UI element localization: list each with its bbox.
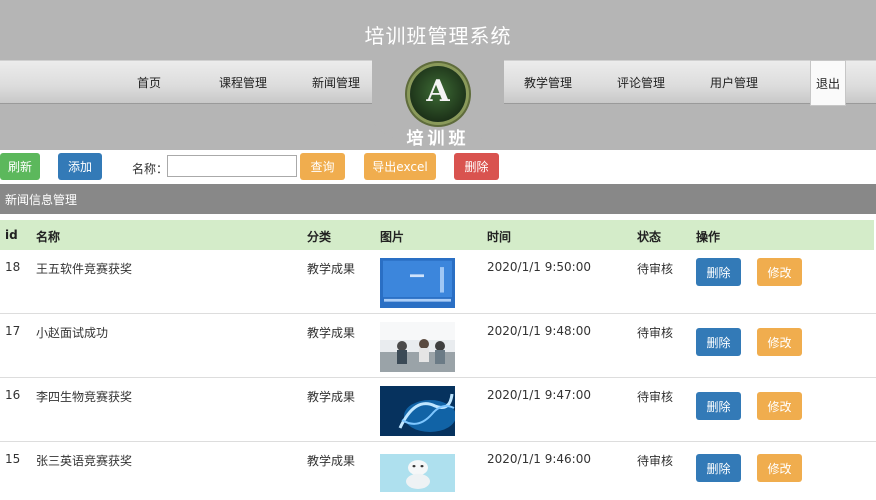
col-header-actions: 操作 (696, 230, 721, 244)
nav-item-users[interactable]: 用户管理 (710, 74, 758, 91)
col-header-image: 图片 (380, 230, 405, 244)
name-search-input[interactable] (167, 155, 297, 177)
row-id: 15 (5, 452, 21, 466)
row-name: 王五软件竞赛获奖 (36, 262, 133, 276)
table-row: 17 小赵面试成功 教学成果 2020/1/1 9:48:00 待审核 删除 修… (0, 314, 876, 378)
export-excel-button[interactable]: 导出excel (364, 153, 436, 180)
row-edit-button[interactable]: 修改 (757, 328, 802, 356)
row-edit-button[interactable]: 修改 (757, 258, 802, 286)
row-status: 待审核 (637, 326, 674, 340)
row-id: 17 (5, 324, 21, 338)
row-edit-button[interactable]: 修改 (757, 454, 802, 482)
table-header: id 名称 分类 图片 时间 状态 操作 (0, 220, 874, 250)
row-category: 教学成果 (307, 390, 356, 404)
col-header-time: 时间 (487, 230, 512, 244)
row-time: 2020/1/1 9:46:00 (487, 452, 591, 466)
row-status: 待审核 (637, 262, 674, 276)
row-id: 18 (5, 260, 21, 274)
row-time: 2020/1/1 9:48:00 (487, 324, 591, 338)
toolbar: 刷新 添加 名称： 查询 导出excel 删除 (0, 150, 876, 184)
col-header-category: 分类 (307, 230, 332, 244)
row-category: 教学成果 (307, 326, 356, 340)
news-thumbnail-image (380, 454, 455, 492)
row-delete-button[interactable]: 删除 (696, 328, 741, 356)
table-row: 16 李四生物竞赛获奖 教学成果 2020/1/1 9:47:00 待审核 删除… (0, 378, 876, 442)
refresh-button[interactable]: 刷新 (0, 153, 40, 180)
news-thumbnail-image (380, 322, 455, 372)
news-thumbnail-image (380, 386, 455, 436)
row-name: 李四生物竞赛获奖 (36, 390, 133, 404)
table-row: 15 张三英语竞赛获奖 教学成果 2020/1/1 9:46:00 待审核 删除… (0, 442, 876, 500)
app-title: 培训班管理系统 (364, 24, 512, 48)
nav-item-home[interactable]: 首页 (137, 74, 161, 91)
row-delete-button[interactable]: 删除 (696, 392, 741, 420)
col-header-status: 状态 (637, 230, 662, 244)
nav-item-comments[interactable]: 评论管理 (617, 74, 665, 91)
row-delete-button[interactable]: 删除 (696, 258, 741, 286)
row-time: 2020/1/1 9:47:00 (487, 388, 591, 402)
add-button[interactable]: 添加 (58, 153, 102, 180)
logo-letter: A (426, 74, 450, 109)
row-status: 待审核 (637, 390, 674, 404)
col-header-id: id (5, 228, 18, 242)
row-time: 2020/1/1 9:50:00 (487, 260, 591, 274)
row-name: 张三英语竞赛获奖 (36, 454, 133, 468)
row-category: 教学成果 (307, 454, 356, 468)
row-status: 待审核 (637, 454, 674, 468)
logo-icon: A (410, 66, 466, 122)
row-name: 小赵面试成功 (36, 326, 109, 340)
query-button[interactable]: 查询 (300, 153, 345, 180)
table-row: 18 王五软件竞赛获奖 教学成果 2020/1/1 9:50:00 待审核 删除… (0, 250, 876, 314)
row-edit-button[interactable]: 修改 (757, 392, 802, 420)
delete-button[interactable]: 删除 (454, 153, 499, 180)
news-thumbnail-image (380, 258, 455, 308)
nav-item-teaching[interactable]: 教学管理 (524, 74, 572, 91)
logout-button[interactable]: 退出 (810, 60, 846, 106)
nav-item-courses[interactable]: 课程管理 (219, 74, 267, 91)
logo-text: 培训班 (406, 129, 470, 149)
row-category: 教学成果 (307, 262, 356, 276)
name-label: 名称： (132, 162, 169, 176)
col-header-name: 名称 (36, 230, 61, 244)
row-id: 16 (5, 388, 21, 402)
row-delete-button[interactable]: 删除 (696, 454, 741, 482)
section-title: 新闻信息管理 (0, 184, 876, 214)
